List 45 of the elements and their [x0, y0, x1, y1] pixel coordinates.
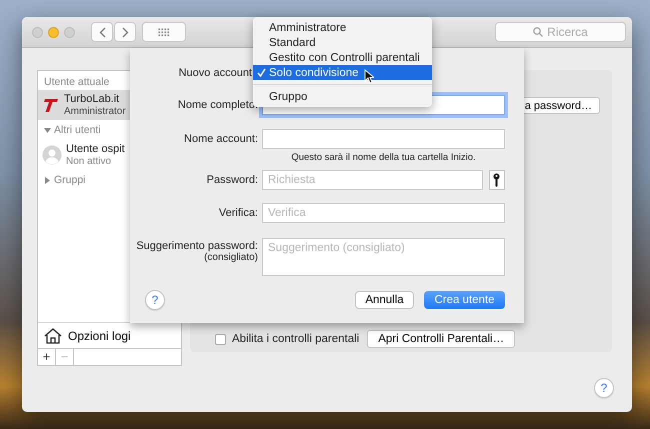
- key-icon: [493, 173, 500, 187]
- menu-item[interactable]: Amministratore: [253, 20, 432, 35]
- parental-controls-checkbox[interactable]: [215, 334, 226, 344]
- user-name: Utente ospit: [66, 143, 125, 156]
- cancel-button[interactable]: Annulla: [355, 291, 414, 309]
- password-assistant-button[interactable]: [488, 170, 505, 190]
- grid-icon: [158, 28, 170, 36]
- zoom-window-button[interactable]: [64, 26, 75, 38]
- user-name: TurboLab.it: [64, 93, 120, 106]
- checkmark-icon: [257, 68, 266, 77]
- avatar-icon: [42, 145, 62, 165]
- chevron-right-icon: [122, 26, 128, 38]
- menu-item[interactable]: Gestito con Controlli parentali: [253, 50, 432, 65]
- menu-item[interactable]: Standard: [253, 35, 432, 50]
- checkbox-label: Abilita i controlli parentali: [232, 333, 360, 345]
- user-role: Amministrator: [64, 106, 126, 117]
- password-field[interactable]: Richiesta: [262, 170, 483, 190]
- field-note: Questo sarà il nome della tua cartella Inizio.: [290, 152, 477, 163]
- field-label: Nome account:: [183, 133, 258, 145]
- chevron-left-icon: [98, 26, 106, 38]
- house-icon: [44, 328, 62, 344]
- hint-field[interactable]: Suggerimento (consigliato): [262, 238, 505, 276]
- disclosure-triangle-icon: [44, 176, 51, 184]
- field-label: Nuovo account: [178, 67, 252, 79]
- field-label: Suggerimento password:: [135, 240, 258, 252]
- disclosure-triangle-icon: [44, 126, 51, 134]
- section-header: Utente attuale: [43, 75, 110, 90]
- back-button[interactable]: [91, 22, 113, 42]
- user-role: Non attivo: [66, 156, 112, 167]
- forward-button[interactable]: [114, 22, 136, 42]
- help-button[interactable]: ?: [594, 378, 614, 398]
- field-label: Password:: [206, 174, 258, 186]
- field-sublabel: (consigliato): [203, 252, 258, 263]
- close-window-button[interactable]: [32, 26, 43, 38]
- text-field[interactable]: Verifica: [262, 203, 505, 223]
- mouse-pointer-icon: [364, 69, 374, 84]
- open-parental-controls-button[interactable]: Apri Controlli Parentali…: [367, 330, 516, 348]
- logo-avatar-icon: [42, 96, 60, 114]
- minimize-window-button[interactable]: [48, 26, 59, 38]
- search-icon: [533, 27, 544, 37]
- show-all-button[interactable]: [142, 22, 186, 42]
- help-button[interactable]: ?: [145, 290, 165, 310]
- field-label: Verifica:: [218, 207, 258, 219]
- text-field[interactable]: [262, 129, 505, 149]
- menu-item[interactable]: Solo condivisione: [253, 65, 432, 80]
